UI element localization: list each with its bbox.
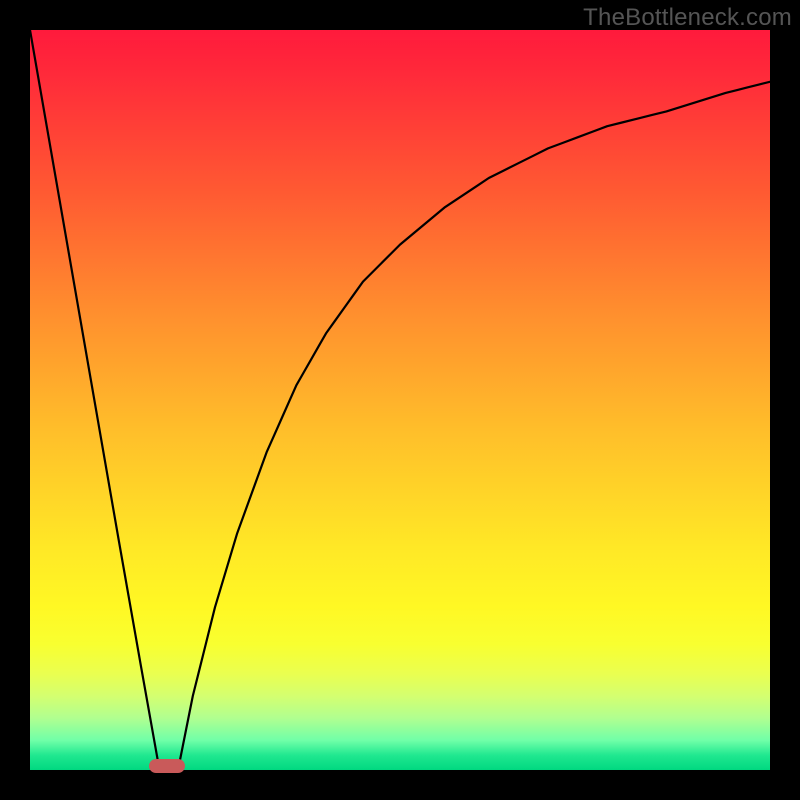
curve-path — [30, 30, 770, 770]
watermark-text: TheBottleneck.com — [583, 4, 792, 32]
bottleneck-curve — [30, 30, 770, 770]
chart-frame: TheBottleneck.com — [0, 0, 800, 800]
plot-area — [30, 30, 770, 770]
optimum-marker — [149, 759, 185, 773]
